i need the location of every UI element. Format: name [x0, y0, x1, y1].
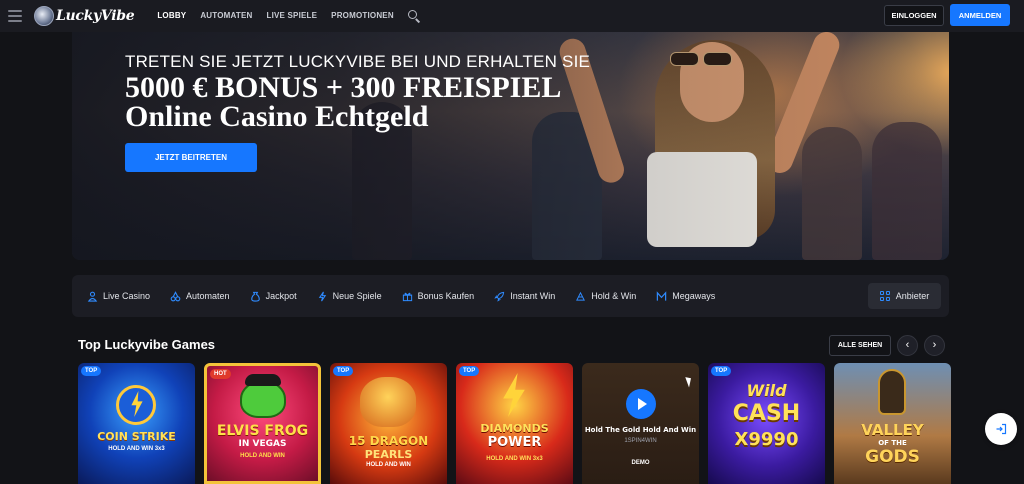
game-title: Hold The Gold Hold And Win	[584, 426, 697, 434]
register-button[interactable]: ANMELDEN	[950, 4, 1010, 26]
gift-icon	[402, 291, 413, 302]
game-title: Wild	[746, 381, 787, 400]
game-title-line3: GODS	[865, 447, 920, 467]
category-neue-spiele[interactable]: Neue Spiele	[317, 291, 382, 302]
category-live-casino[interactable]: Live Casino	[87, 291, 150, 302]
game-provider: 1SPIN4WIN	[624, 438, 657, 444]
game-card[interactable]: HOT ELVIS FROG IN VEGAS HOLD AND WIN	[204, 363, 321, 484]
god-statue	[878, 369, 906, 415]
hot-badge: HOT	[210, 369, 231, 379]
category-automaten[interactable]: Automaten	[170, 290, 230, 302]
game-title-line2: IN VEGAS	[238, 439, 287, 449]
category-instant-win[interactable]: Instant Win	[494, 291, 555, 302]
menu-icon[interactable]	[8, 10, 22, 22]
search-icon[interactable]	[407, 9, 421, 23]
site-logo[interactable]: LuckyVibe	[34, 6, 135, 26]
top-badge: TOP	[459, 366, 480, 376]
game-title-line2: CASH	[732, 401, 801, 426]
hero-subtitle: TRETEN SIE JETZT LUCKYVIBE BEI UND ERHAL…	[125, 52, 591, 71]
providers-button[interactable]: Anbieter	[868, 283, 941, 309]
game-card[interactable]: TOP 15 DRAGON PEARLS HOLD AND WIN	[330, 363, 447, 484]
category-label: Live Casino	[103, 291, 151, 301]
login-float-button[interactable]	[985, 413, 1017, 445]
game-title-line2: POWER	[487, 435, 542, 450]
game-title: 15 DRAGON	[348, 434, 429, 448]
game-card[interactable]: TOP Wild CASH X9990	[708, 363, 825, 484]
game-title: DIAMONDS	[480, 422, 549, 435]
providers-label: Anbieter	[895, 291, 930, 301]
game-title-line2: OF THE	[878, 439, 907, 447]
category-label: Instant Win	[510, 291, 556, 301]
category-jackpot[interactable]: Jackpot	[250, 291, 297, 302]
top-badge: TOP	[81, 366, 102, 376]
nav-promotionen[interactable]: PROMOTIONEN	[324, 0, 401, 32]
chevron-left-icon[interactable]: ‹	[897, 335, 918, 356]
logo-mark-icon	[34, 6, 54, 26]
join-now-button[interactable]: JETZT BEITRETEN	[125, 143, 257, 172]
nav-lobby[interactable]: LOBBY	[150, 0, 193, 32]
see-all-button[interactable]: ALLE SEHEN	[829, 335, 891, 356]
game-subtitle: HOLD AND WIN 3x3	[108, 446, 165, 452]
category-hold-win[interactable]: Hold & Win	[575, 291, 636, 302]
jackpot-bag-icon	[250, 291, 261, 302]
play-icon[interactable]	[626, 389, 656, 419]
category-label: Hold & Win	[591, 291, 637, 301]
game-subtitle: HOLD AND WIN	[366, 462, 411, 468]
hold-win-icon	[575, 291, 586, 302]
game-subtitle: HOLD AND WIN	[240, 453, 285, 459]
top-header: LuckyVibe LOBBY AUTOMATEN LIVE SPIELE PR…	[0, 0, 1024, 32]
category-label: Megaways	[672, 291, 716, 301]
category-label: Neue Spiele	[332, 291, 382, 301]
lightning-icon	[317, 291, 328, 302]
game-title: ELVIS FROG	[216, 423, 309, 439]
sign-in-icon	[996, 423, 1007, 435]
hero-banner: TRETEN SIE JETZT LUCKYVIBE BEI UND ERHAL…	[72, 32, 949, 260]
game-title-line2: PEARLS	[364, 448, 413, 461]
category-megaways[interactable]: Megaways	[656, 290, 716, 302]
top-badge: TOP	[333, 366, 354, 376]
hero-title-line2: Online Casino Echtgeld	[125, 100, 429, 133]
live-casino-icon	[87, 291, 98, 302]
megaways-icon	[656, 290, 667, 302]
game-title: VALLEY	[861, 421, 924, 439]
category-bonus-kaufen[interactable]: Bonus Kaufen	[402, 291, 475, 302]
frog-hair	[245, 374, 281, 386]
game-card[interactable]: Hold The Gold Hold And Win 1SPIN4WIN DEM…	[582, 363, 699, 484]
games-carousel: TOP COIN STRIKE HOLD AND WIN 3x3 HOT ELV…	[78, 363, 951, 484]
rocket-icon	[494, 291, 505, 302]
category-label: Automaten	[186, 291, 230, 301]
logo-text: LuckyVibe	[56, 8, 135, 24]
hero-title: 5000 € BONUS + 300 FREISPIEL Online Casi…	[125, 71, 562, 133]
category-bar: Live Casino Automaten Jackpot Neue Spiel…	[72, 275, 949, 317]
game-card[interactable]: TOP DIAMONDS POWER HOLD AND WIN 3x3	[456, 363, 573, 484]
chevron-right-icon[interactable]: ›	[924, 335, 945, 356]
nav-automaten[interactable]: AUTOMATEN	[193, 0, 259, 32]
login-button[interactable]: EINLOGGEN	[884, 5, 944, 26]
category-label: Bonus Kaufen	[417, 291, 475, 301]
top-badge: TOP	[711, 366, 732, 376]
nav-live-spiele[interactable]: LIVE SPIELE	[260, 0, 325, 32]
game-card[interactable]: TOP COIN STRIKE HOLD AND WIN 3x3	[78, 363, 195, 484]
game-title: COIN STRIKE	[97, 430, 176, 443]
game-title-line3: X9990	[734, 429, 799, 450]
demo-label[interactable]: DEMO	[582, 460, 699, 466]
dragon-head	[360, 377, 416, 427]
game-subtitle: HOLD AND WIN 3x3	[486, 456, 543, 462]
cherries-icon	[170, 290, 181, 302]
main-nav: LOBBY AUTOMATEN LIVE SPIELE PROMOTIONEN	[150, 0, 401, 32]
hero-title-line1: 5000 € BONUS + 300 FREISPIEL	[125, 71, 562, 104]
game-card[interactable]: VALLEY OF THE GODS	[834, 363, 951, 484]
section-title: Top Luckyvibe Games	[78, 337, 216, 352]
lightning-icon	[503, 373, 525, 417]
category-label: Jackpot	[265, 291, 297, 301]
grid-icon	[879, 291, 890, 301]
